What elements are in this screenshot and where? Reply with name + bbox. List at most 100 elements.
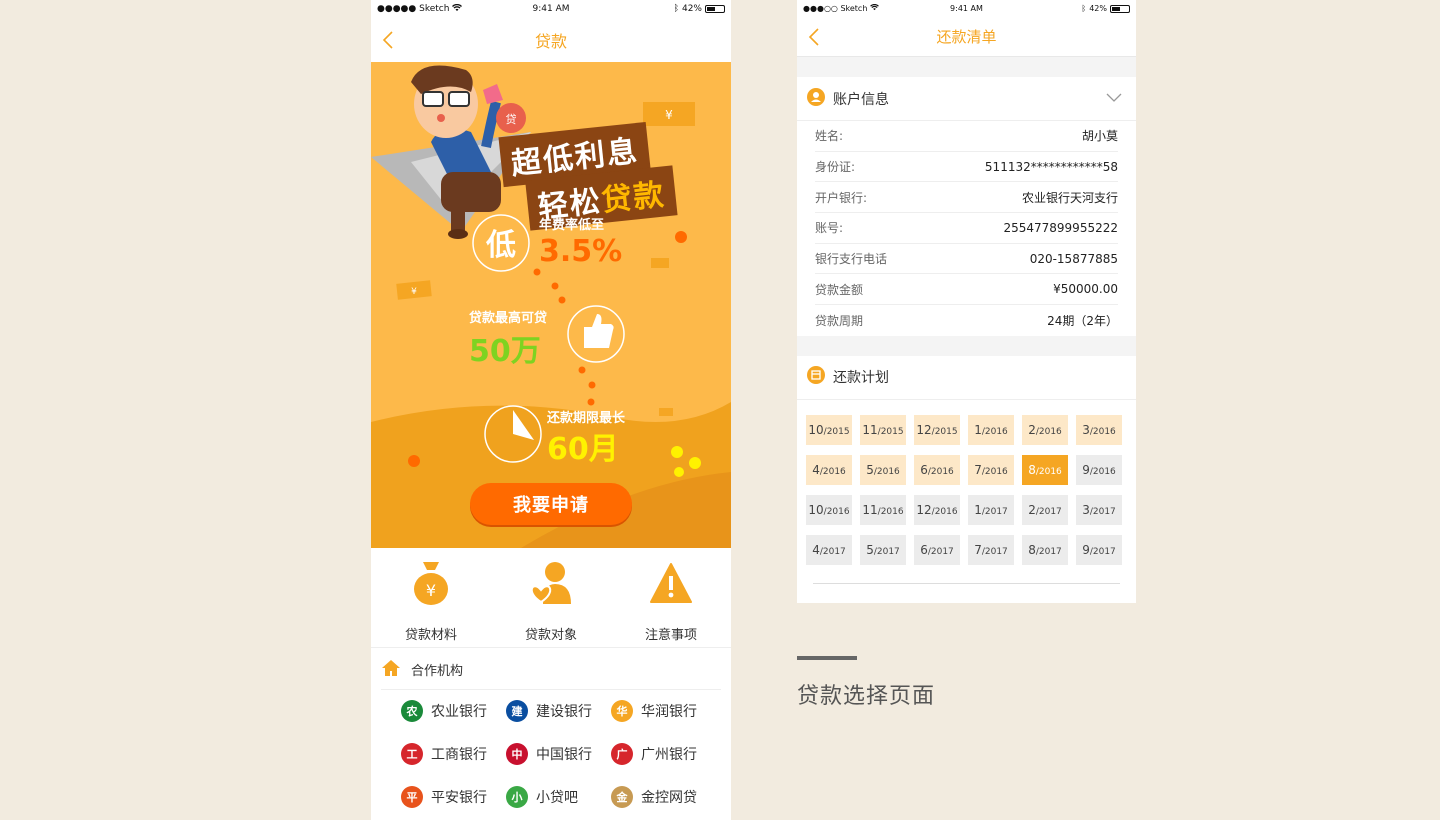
partners-title: 合作机构 (411, 664, 464, 679)
repayment-plan-header: 还款计划 (797, 356, 1136, 400)
account-info-header[interactable]: 账户信息 (797, 77, 1136, 121)
bank-item[interactable]: 农农业银行 (401, 700, 506, 722)
month-number: 10 (808, 422, 824, 437)
home-icon (381, 659, 401, 681)
battery-percent: 42% (1089, 4, 1107, 13)
month-cell-paid[interactable]: 2/2016 (1022, 414, 1068, 445)
month-number: 1 (974, 502, 982, 517)
bank-name: 华润银行 (641, 704, 697, 720)
month-year: /2016 (819, 466, 846, 477)
month-cell-future[interactable]: 4/2017 (806, 534, 852, 565)
quick-link-label: 贷款对象 (524, 628, 577, 643)
nav-bar: 还款清单 (797, 17, 1136, 57)
info-row: 开户银行: 农业银行天河支行 (815, 182, 1118, 214)
quick-link-materials[interactable]: ¥ 贷款材料 (371, 548, 491, 647)
month-year: /2017 (1035, 506, 1062, 517)
month-cell-paid[interactable]: 1/2016 (968, 414, 1014, 445)
month-cell-future[interactable]: 3/2017 (1076, 494, 1122, 525)
month-cell-paid[interactable]: 10/2015 (806, 414, 852, 445)
bank-item[interactable]: 华华润银行 (611, 700, 716, 722)
month-cell-paid[interactable]: 5/2016 (860, 454, 906, 485)
month-cell-future[interactable]: 5/2017 (860, 534, 906, 565)
month-cell-current[interactable]: 8/2016 (1022, 454, 1068, 485)
month-cell-future[interactable]: 6/2017 (914, 534, 960, 565)
month-cell-paid[interactable]: 7/2016 (968, 454, 1014, 485)
info-value: 255477899955222 (1003, 220, 1118, 235)
info-row: 贷款金额 ¥50000.00 (815, 274, 1118, 306)
month-cell-paid[interactable]: 12/2015 (914, 414, 960, 445)
info-key: 银行支行电话 (815, 252, 888, 267)
bank-item[interactable]: 小小贷吧 (506, 786, 611, 808)
feature-term-value: 60月 (547, 432, 619, 467)
caption-bar (797, 656, 857, 660)
bank-item[interactable]: 金金控网贷 (611, 786, 716, 808)
slogan-line2-b: 贷款 (599, 177, 668, 219)
quick-link-notice[interactable]: 注意事项 (611, 548, 731, 647)
month-cell-future[interactable]: 7/2017 (968, 534, 1014, 565)
month-number: 7 (974, 462, 982, 477)
back-chevron-icon[interactable] (807, 27, 821, 47)
month-cell-paid[interactable]: 3/2016 (1076, 414, 1122, 445)
month-cell-paid[interactable]: 6/2016 (914, 454, 960, 485)
bank-item[interactable]: 广广州银行 (611, 743, 716, 765)
bank-item[interactable]: 工工商银行 (401, 743, 506, 765)
bank-logo-icon: 建 (506, 700, 528, 722)
month-number: 4 (812, 462, 820, 477)
bank-item[interactable]: 中中国银行 (506, 743, 611, 765)
month-number: 8 (1028, 542, 1036, 557)
bluetooth-icon: ᛒ (673, 4, 679, 14)
info-value: 24期（2年） (1047, 313, 1118, 328)
battery-percent: 42% (681, 4, 702, 14)
section-divider (797, 57, 1136, 77)
month-cell-paid[interactable]: 11/2015 (860, 414, 906, 445)
low-badge-icon: 低 (485, 228, 516, 263)
quick-link-target[interactable]: 贷款对象 (491, 548, 611, 647)
partners-section: 合作机构 农农业银行建建设银行华华润银行工工商银行中中国银行广广州银行平平安银行… (371, 650, 731, 808)
month-cell-future[interactable]: 2/2017 (1022, 494, 1068, 525)
month-year: /2015 (823, 426, 850, 437)
month-number: 8 (1028, 462, 1036, 477)
month-year: /2017 (819, 546, 846, 557)
month-number: 2 (1028, 502, 1036, 517)
info-key: 贷款金额 (815, 282, 864, 297)
bank-logo-icon: 工 (401, 743, 423, 765)
month-cell-future[interactable]: 9/2016 (1076, 454, 1122, 485)
money-bag-mark: 贷 (506, 112, 517, 126)
account-info-title: 账户信息 (833, 91, 889, 108)
info-key: 身份证: (815, 160, 856, 175)
month-number: 6 (920, 542, 928, 557)
partners-header: 合作机构 (381, 650, 721, 690)
money-bag-icon: ¥ (413, 560, 449, 610)
month-cell-future[interactable]: 10/2016 (806, 494, 852, 525)
month-cell-future[interactable]: 12/2016 (914, 494, 960, 525)
month-cell-future[interactable]: 1/2017 (968, 494, 1014, 525)
back-chevron-icon[interactable] (381, 30, 395, 50)
info-key: 账号: (815, 221, 844, 236)
month-number: 11 (862, 422, 878, 437)
bank-list: 农农业银行建建设银行华华润银行工工商银行中中国银行广广州银行平平安银行小小贷吧金… (371, 690, 731, 808)
month-year: /2017 (1035, 546, 1062, 557)
month-number: 3 (1082, 422, 1090, 437)
page-title: 贷款 (534, 32, 567, 51)
month-cell-future[interactable]: 8/2017 (1022, 534, 1068, 565)
info-value: 农业银行天河支行 (1021, 190, 1118, 205)
bank-logo-icon: 华 (611, 700, 633, 722)
bank-logo-icon: 中 (506, 743, 528, 765)
month-cell-future[interactable]: 9/2017 (1076, 534, 1122, 565)
wifi-icon (452, 3, 463, 15)
apply-button[interactable]: 我要申请 (470, 483, 632, 525)
month-cell-future[interactable]: 11/2016 (860, 494, 906, 525)
battery-icon (1110, 4, 1130, 13)
info-key: 开户银行: (815, 190, 868, 205)
month-year: /2016 (981, 426, 1008, 437)
bank-item[interactable]: 建建设银行 (506, 700, 611, 722)
month-year: /2015 (877, 426, 904, 437)
carrier-label: ●●●○○ Sketch (803, 4, 868, 13)
month-cell-paid[interactable]: 4/2016 (806, 454, 852, 485)
bank-item[interactable]: 平平安银行 (401, 786, 506, 808)
chevron-down-icon[interactable] (1106, 91, 1122, 107)
bank-name: 建设银行 (536, 704, 592, 720)
calendar-icon (807, 366, 825, 388)
month-year: /2017 (927, 546, 954, 557)
month-number: 9 (1082, 542, 1090, 557)
